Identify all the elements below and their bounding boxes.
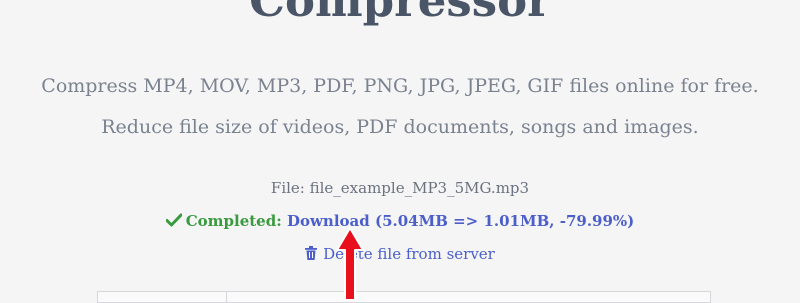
trash-icon [305, 246, 318, 260]
subtitle-description: Reduce file size of videos, PDF document… [101, 116, 699, 138]
file-name: File: file_example_MP3_5MG.mp3 [270, 179, 530, 197]
files-table-edge [97, 291, 711, 303]
download-link[interactable]: Download [287, 212, 370, 230]
delete-row[interactable]: Delete file from server [0, 245, 800, 263]
completed-label: Completed: [185, 212, 282, 230]
subtitle-formats: Compress MP4, MOV, MP3, PDF, PNG, JPG, J… [41, 75, 759, 97]
status-row: Completed: Download (5.04MB => 1.01MB, -… [0, 212, 800, 230]
page-title: Compressor [249, 0, 551, 27]
size-info: (5.04MB => 1.01MB, -79.99%) [374, 212, 635, 230]
delete-file-link[interactable]: Delete file from server [323, 245, 495, 263]
check-icon [165, 213, 182, 227]
red-arrow-icon [336, 227, 364, 300]
table-column-divider [226, 292, 227, 302]
